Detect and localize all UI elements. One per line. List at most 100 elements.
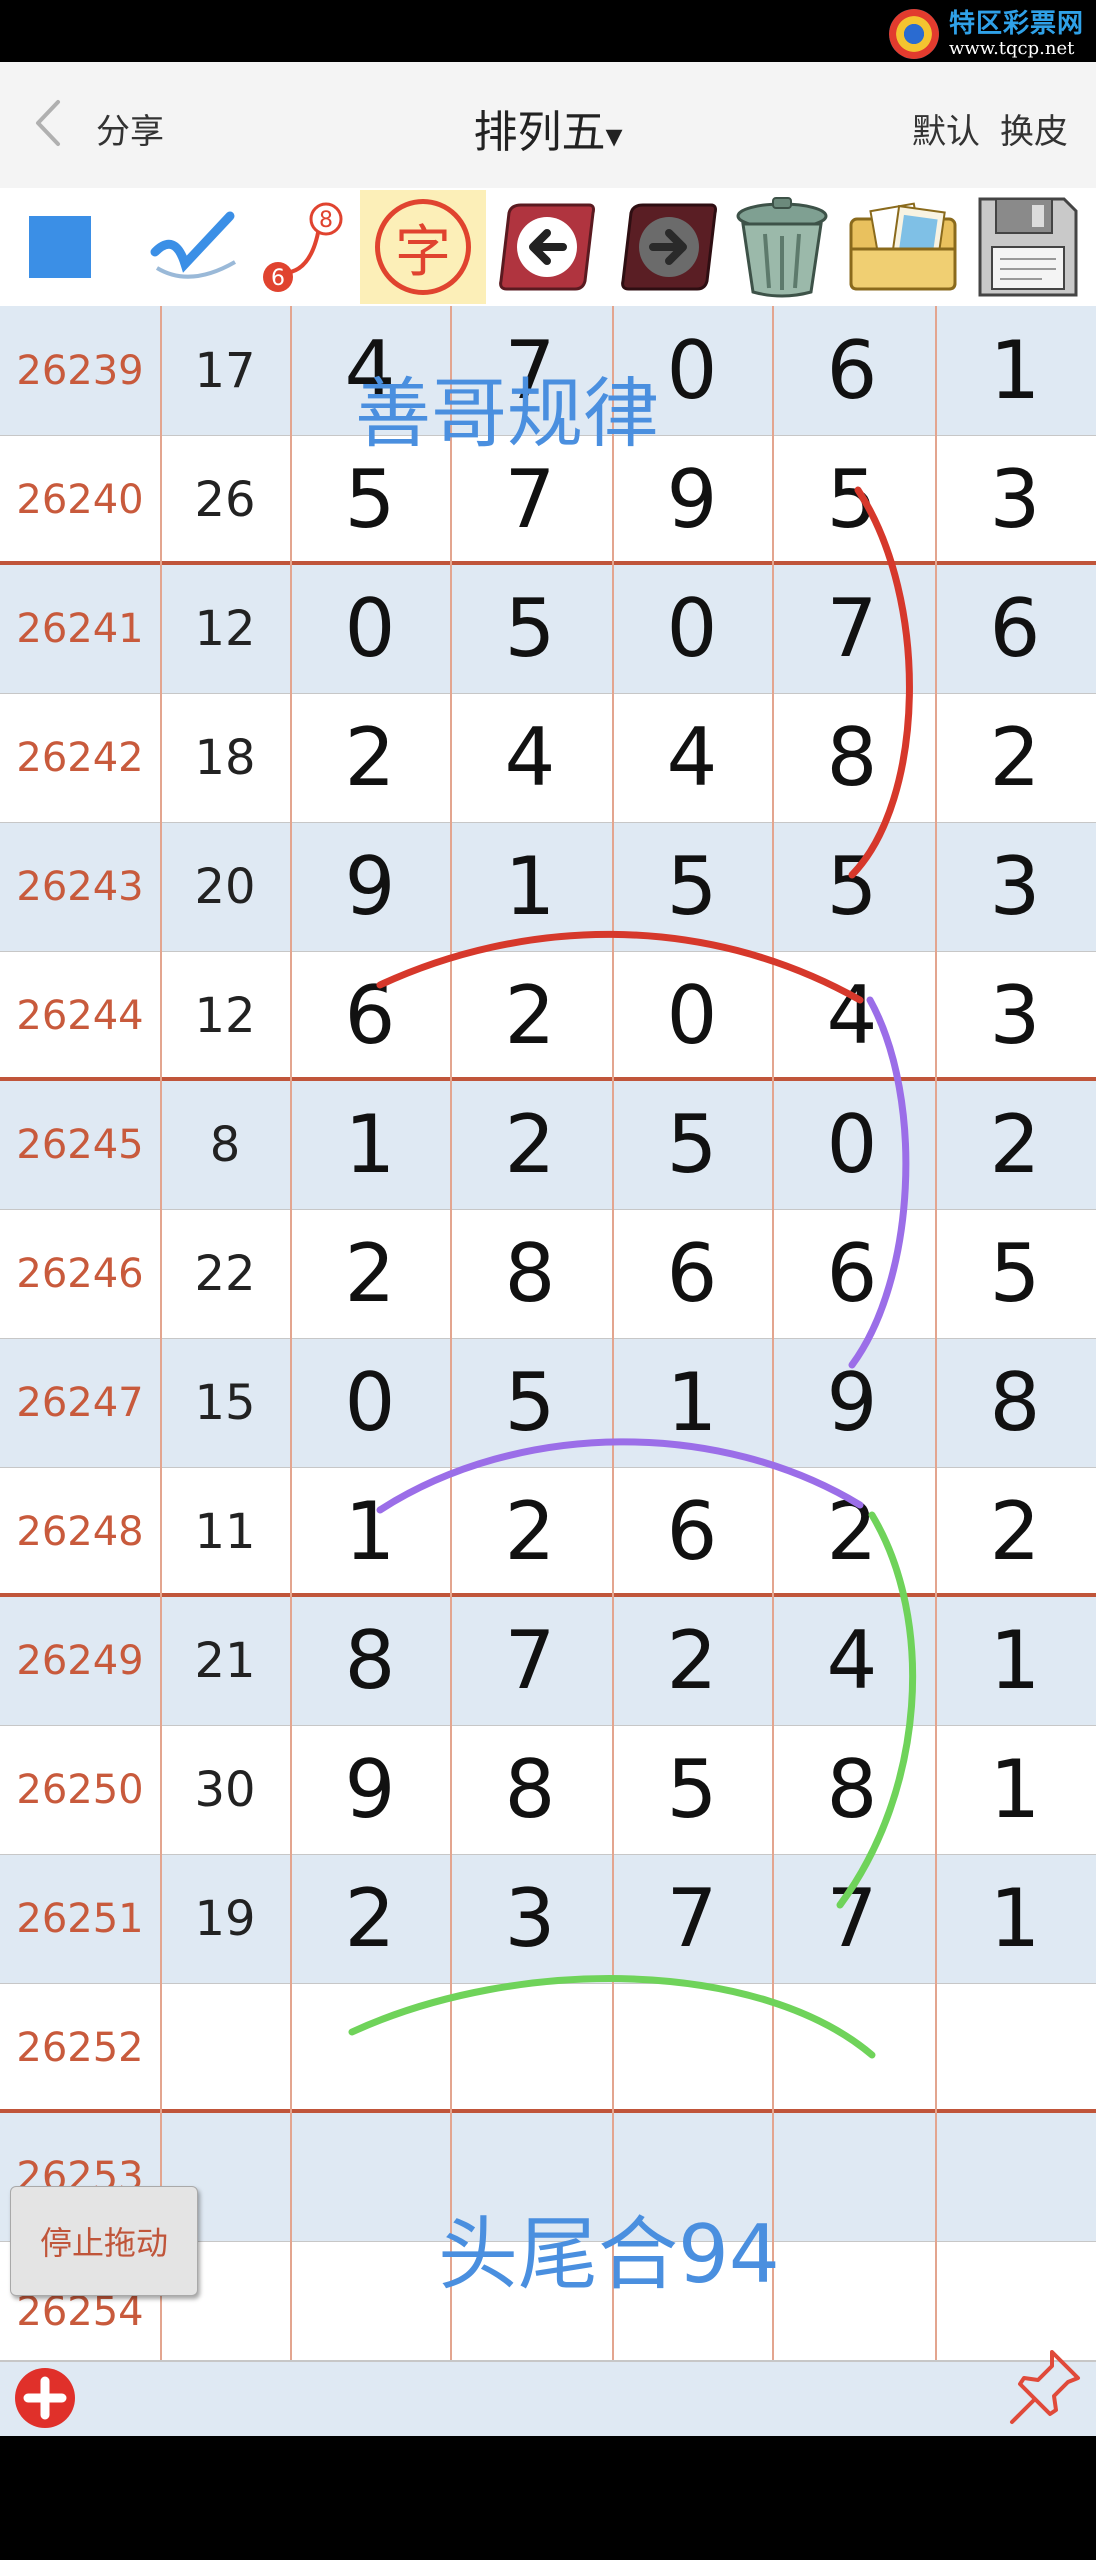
- digit-2: 8: [504, 1743, 556, 1836]
- annotation-label-top: 善哥规律: [355, 369, 659, 458]
- issue-number: 26248: [16, 1508, 144, 1555]
- sum-value: 17: [194, 342, 256, 399]
- digit-4: 8: [826, 1743, 878, 1836]
- digit-4: 6: [826, 1227, 878, 1320]
- digit-2: 5: [504, 582, 556, 675]
- digit-1: 1: [344, 1485, 396, 1578]
- digit-4: 0: [826, 1098, 878, 1191]
- digit-3: 5: [666, 840, 718, 933]
- table-row[interactable]: 26244 12 6 2 0 4 3: [0, 951, 1096, 1080]
- digit-5: 6: [989, 582, 1041, 675]
- default-button[interactable]: 默认: [912, 104, 980, 153]
- undo-arrow-icon[interactable]: [490, 190, 600, 304]
- digit-3: 5: [666, 1098, 718, 1191]
- group-divider: [0, 561, 1096, 565]
- stop-drag-button[interactable]: 停止拖动: [10, 2186, 198, 2296]
- digit-5: 2: [989, 1485, 1041, 1578]
- sum-value: 19: [194, 1890, 256, 1947]
- digit-1: 0: [344, 582, 396, 675]
- table-row[interactable]: 26247 15 0 5 1 9 8: [0, 1338, 1096, 1467]
- plus-circle-icon[interactable]: [14, 2367, 76, 2429]
- digit-2: 1: [504, 840, 556, 933]
- digit-2: 7: [504, 1614, 556, 1707]
- digit-5: 2: [989, 711, 1041, 804]
- table-row[interactable]: 26246 22 2 8 6 6 5: [0, 1209, 1096, 1338]
- digit-2: 3: [504, 1872, 556, 1965]
- table-row[interactable]: 26242 18 2 4 4 8 2: [0, 693, 1096, 822]
- sum-value: 22: [194, 1245, 256, 1302]
- pen-check-icon[interactable]: [140, 190, 250, 304]
- issue-number: 26243: [16, 863, 144, 910]
- digit-3: 1: [666, 1356, 718, 1449]
- lottery-name: 排列五: [473, 107, 606, 158]
- table-row[interactable]: 26251 19 2 3 7 7 1: [0, 1854, 1096, 1983]
- sum-value: 21: [194, 1632, 256, 1689]
- digit-1: 2: [344, 711, 396, 804]
- digit-4: 4: [826, 1614, 878, 1707]
- skin-button[interactable]: 换皮: [1000, 104, 1068, 153]
- table-row[interactable]: 26243 20 9 1 5 5 3: [0, 822, 1096, 951]
- sum-value: 8: [209, 1116, 241, 1173]
- digit-5: 8: [989, 1356, 1041, 1449]
- issue-number: 26240: [16, 476, 144, 523]
- svg-text:6: 6: [271, 266, 285, 291]
- sum-value: 12: [194, 987, 256, 1044]
- digit-1: 8: [344, 1614, 396, 1707]
- color-square-icon[interactable]: [20, 190, 100, 304]
- trash-icon[interactable]: [724, 190, 840, 304]
- save-floppy-icon[interactable]: [966, 190, 1090, 304]
- annotation-label-bottom: 头尾合94: [438, 2208, 780, 2301]
- chevron-down-icon: ▾: [605, 116, 623, 156]
- issue-number: 26244: [16, 992, 144, 1039]
- digit-3: 2: [666, 1614, 718, 1707]
- digit-2: 2: [504, 1098, 556, 1191]
- sum-value: 20: [194, 858, 256, 915]
- digit-1: 1: [344, 1098, 396, 1191]
- digit-5: 1: [989, 1872, 1041, 1965]
- digit-5: 1: [989, 324, 1041, 417]
- digit-3: 5: [666, 1743, 718, 1836]
- digit-4: 2: [826, 1485, 878, 1578]
- app-screen: 特区彩票网 www.tqcp.net 分享 排列五▾ 默认 换皮 8 6 字 2…: [0, 0, 1096, 2560]
- results-table: 26239 17 4 7 0 6 1 26240 26 5 7 9 5 3 26…: [0, 306, 1096, 2360]
- group-divider: [0, 1077, 1096, 1081]
- redo-arrow-icon[interactable]: [612, 190, 722, 304]
- table-row[interactable]: 26245 8 1 2 5 0 2: [0, 1080, 1096, 1209]
- table-row[interactable]: 26249 21 8 7 2 4 1: [0, 1596, 1096, 1725]
- issue-number: 26245: [16, 1121, 144, 1168]
- digit-4: 4: [826, 969, 878, 1062]
- digit-2: 5: [504, 1356, 556, 1449]
- digit-1: 2: [344, 1227, 396, 1320]
- issue-number: 26242: [16, 734, 144, 781]
- watermark-title: 特区彩票网: [948, 9, 1084, 39]
- sum-value: [160, 1983, 290, 2112]
- pushpin-icon[interactable]: [1004, 2344, 1086, 2430]
- digit-5: 1: [989, 1614, 1041, 1707]
- text-zi-icon[interactable]: 字: [360, 190, 486, 304]
- table-row[interactable]: 26241 12 0 5 0 7 6: [0, 564, 1096, 693]
- group-divider: [0, 1593, 1096, 1597]
- digit-5: 3: [989, 840, 1041, 933]
- issue-number: 26252: [16, 2024, 144, 2071]
- table-row[interactable]: 26248 11 1 2 6 2 2: [0, 1467, 1096, 1596]
- digit-5: 2: [989, 1098, 1041, 1191]
- digit-5: 1: [989, 1743, 1041, 1836]
- line-6-8-icon[interactable]: 8 6: [258, 190, 348, 304]
- digit-5: 3: [989, 969, 1041, 1062]
- issue-number: 26249: [16, 1637, 144, 1684]
- digit-4: 9: [826, 1356, 878, 1449]
- issue-number: 26241: [16, 605, 144, 652]
- photos-icon[interactable]: [842, 190, 966, 304]
- digit-3: 0: [666, 969, 718, 1062]
- group-divider: [0, 2109, 1096, 2113]
- digit-1: 2: [344, 1872, 396, 1965]
- table-row[interactable]: 26250 30 9 8 5 8 1: [0, 1725, 1096, 1854]
- table-row[interactable]: 26252: [0, 1983, 1096, 2112]
- sum-value: 15: [194, 1374, 256, 1431]
- digit-4: 6: [826, 324, 878, 417]
- sum-value: 18: [194, 729, 256, 786]
- sum-value: 11: [194, 1503, 256, 1560]
- digit-4: 5: [826, 840, 878, 933]
- digit-5: 5: [989, 1227, 1041, 1320]
- watermark: 特区彩票网 www.tqcp.net: [888, 6, 1084, 62]
